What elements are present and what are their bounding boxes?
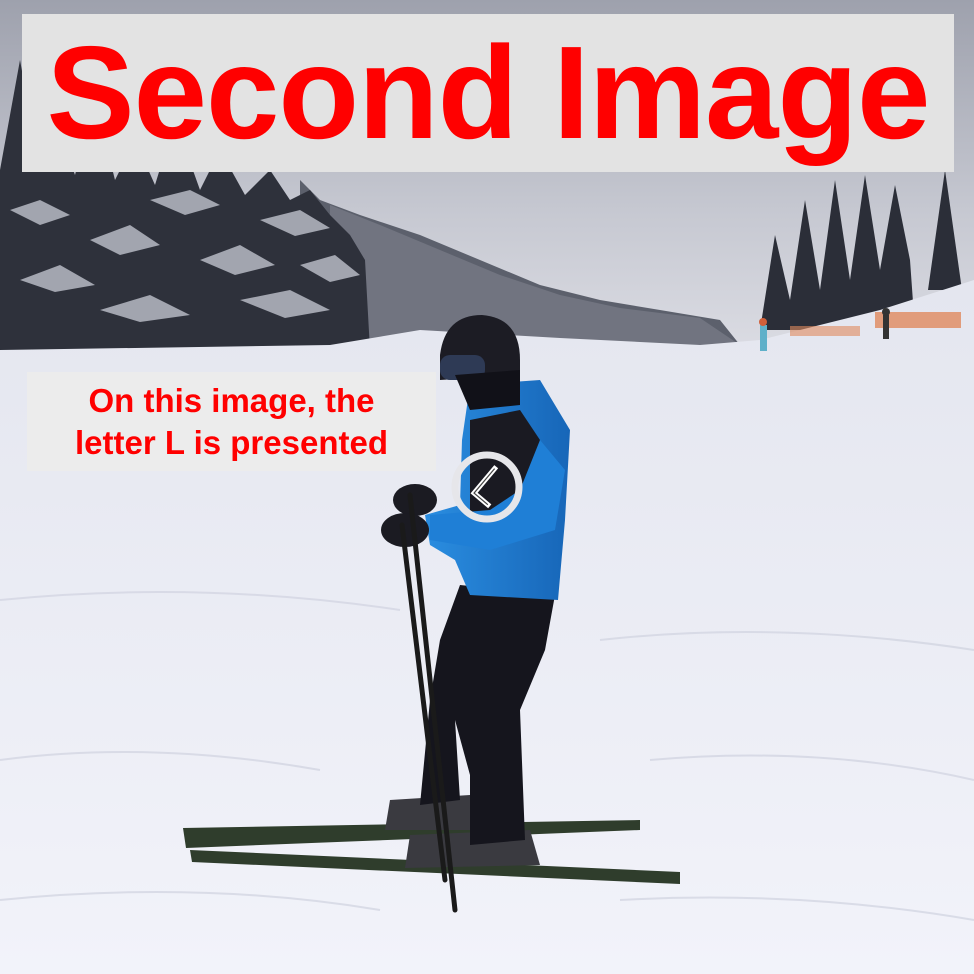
caption-line-2: letter L is presented: [74, 423, 388, 461]
title-text: Second Image: [46, 19, 931, 166]
letter-l-icon: [470, 465, 499, 509]
marker-ring: [451, 451, 523, 523]
caption-box: On this image, the letter L is presented: [27, 372, 436, 471]
title-banner: Second Image: [22, 14, 954, 172]
letter-marker: [451, 451, 523, 523]
caption-line-1: On this image, the: [88, 381, 375, 419]
